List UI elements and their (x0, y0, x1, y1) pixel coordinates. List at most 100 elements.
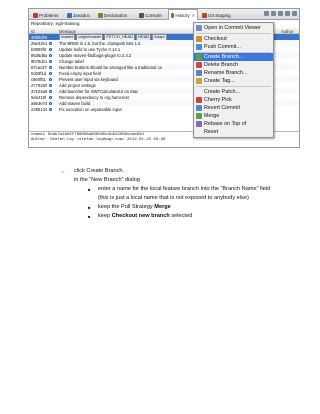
commit-graph-node (49, 53, 52, 57)
close-icon[interactable]: ✕ (192, 13, 195, 18)
menu-item-checkout[interactable]: Checkout (194, 35, 273, 43)
toolbar-icon[interactable] (285, 11, 290, 16)
menu-item-reset[interactable]: Reset (194, 128, 273, 136)
menu-item-push-commit[interactable]: Push Commit... (194, 43, 273, 51)
view-tab-bar: Problems Javadoc Declaration Console History… (29, 9, 299, 20)
commit-graph-node (49, 83, 52, 87)
menu-item-label: Create Branch... (204, 54, 244, 60)
repository-label: Repository: egit-training (31, 21, 80, 26)
menu-item-cherry-pick[interactable]: Cherry Pick (194, 96, 273, 104)
tab-git-staging[interactable]: Git Staging (200, 10, 236, 20)
tab-icon (98, 12, 103, 18)
commit-id: 5eb419f (31, 94, 47, 100)
bullet-square-icon: ■ (88, 205, 91, 210)
tab-declaration[interactable]: Declaration (96, 10, 135, 20)
commit-id: 25e32e1 (31, 40, 47, 46)
instruction-text: keep the Pull Strategy (98, 204, 155, 210)
tab-label: Problems (39, 12, 59, 18)
tab-console[interactable]: Console (137, 10, 166, 20)
menu-item-label: Rebase on Top of (204, 121, 247, 127)
delete-branch-icon (196, 62, 202, 68)
instruction-text: keep (98, 213, 112, 219)
rebase-icon (196, 121, 202, 127)
instruction-emphasis: Merge (154, 204, 171, 210)
tab-icon (33, 12, 38, 18)
tab-label: Declaration (104, 12, 128, 18)
rename-branch-icon (196, 70, 202, 76)
merge-icon (196, 113, 202, 119)
tab-problems[interactable]: Problems (31, 10, 63, 20)
bullet-square-icon: ■ (88, 214, 91, 219)
instruction-bullet: keep the Pull Strategy Merge (98, 204, 171, 210)
column-header-author[interactable]: Author (281, 29, 293, 34)
menu-separator (196, 86, 271, 87)
menu-item-label: Revert Commit (204, 105, 240, 111)
menu-item-label: Cherry Pick (204, 97, 232, 103)
toolbar-icon[interactable] (278, 11, 283, 16)
commit-graph-node (49, 77, 52, 81)
menu-separator (196, 33, 271, 34)
toolbar-icon[interactable] (264, 11, 269, 16)
menu-item-create-branch[interactable]: Create Branch... (194, 53, 273, 61)
menu-item-delete-branch[interactable]: Delete Branch (194, 61, 273, 69)
commit-id: a8e3e74 (31, 100, 47, 106)
commit-id: 67cac37 (31, 64, 47, 70)
commit-id: b9869f3 (31, 46, 47, 52)
tab-icon (202, 12, 207, 18)
menu-item-label: Reset (204, 129, 219, 135)
push-icon (196, 44, 202, 50)
bullet-square-icon: ■ (88, 187, 91, 192)
menu-item-label: Rename Branch... (204, 70, 248, 76)
tab-icon (171, 12, 175, 18)
tab-label: Git Staging (208, 12, 231, 18)
column-header-message[interactable]: Message (59, 29, 76, 34)
bullet-circle-icon: ○ (62, 169, 65, 174)
menu-item-label: Delete Branch (204, 62, 239, 68)
menu-item-rename-branch[interactable]: Rename Branch... (194, 69, 273, 77)
instruction-bullet: enter a name for the local feature branc… (98, 186, 271, 192)
cherry-pick-icon (196, 97, 202, 103)
instruction-text: selected (169, 213, 193, 219)
toolbar-icon[interactable] (292, 11, 297, 16)
menu-item-create-tag[interactable]: Create Tag... (194, 77, 273, 85)
commit-graph-node (49, 35, 52, 39)
menu-item-label: Checkout (204, 36, 227, 42)
tab-label: Console (145, 12, 162, 18)
commit-id: 2779250 (31, 82, 47, 88)
commit-graph-node (49, 71, 52, 75)
tab-history[interactable]: History ✕ (168, 9, 198, 20)
commit-id: 37104a6 (31, 88, 47, 94)
menu-item-open-in-commit-viewer[interactable]: Open in Commit Viewer (194, 24, 273, 32)
menu-item-label: Create Tag... (204, 78, 235, 84)
commit-graph-node (49, 101, 52, 105)
commit-graph-node (49, 41, 52, 45)
commit-id: 9b78d21 (31, 58, 47, 64)
revert-icon (196, 105, 202, 111)
menu-item-revert-commit[interactable]: Revert Commit (194, 104, 273, 112)
tab-javadoc[interactable]: Javadoc (65, 10, 94, 20)
menu-item-label: Push Commit... (204, 44, 241, 50)
commit-viewer-icon (196, 25, 202, 31)
instruction-emphasis: Checkout new branch (111, 213, 170, 219)
tab-label: History (175, 12, 190, 18)
menu-item-rebase-on-top-of[interactable]: Rebase on Top of (194, 120, 273, 128)
tab-label: Javadoc (73, 12, 91, 18)
toolbar-icon[interactable] (271, 11, 276, 16)
menu-item-label: Merge (204, 113, 220, 119)
commit-graph-node (49, 47, 52, 51)
column-header-id[interactable]: Id (31, 29, 35, 34)
commit-graph-node (49, 89, 52, 93)
tag-icon (196, 78, 202, 84)
menu-item-label: Create Patch... (204, 89, 240, 95)
instruction-step: click Create Branch. (74, 168, 125, 174)
menu-item-label: Open in Commit Viewer (204, 25, 261, 31)
commit-id: 0d29f1d (31, 70, 47, 76)
commit-id: 9536d6a (31, 52, 47, 58)
commit-graph-node (49, 59, 52, 63)
tab-icon (67, 12, 72, 18)
commit-id: 40b0d7e (31, 34, 47, 40)
menu-item-create-patch[interactable]: Create Patch... (194, 88, 273, 96)
instruction-substep: in the “New Branch” dialog (74, 177, 140, 183)
menu-item-merge[interactable]: Merge (194, 112, 273, 120)
instruction-bullet-note: (this is just a local name that is not e… (98, 195, 249, 201)
